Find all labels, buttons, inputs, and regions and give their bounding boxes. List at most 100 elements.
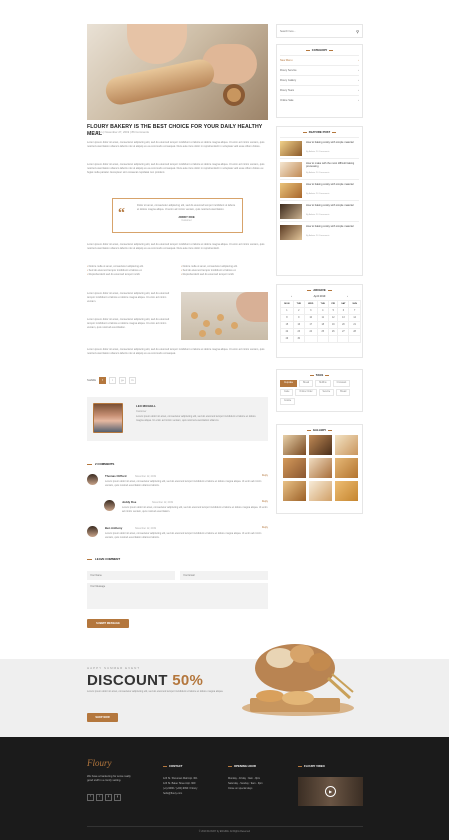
feature-post[interactable]: How to baking cooky with simple material…: [280, 179, 359, 200]
gallery-image[interactable]: [309, 481, 332, 501]
chevron-right-icon: ›: [358, 88, 359, 92]
avatar: [93, 403, 123, 433]
tag[interactable]: Online Order: [295, 388, 317, 396]
category-item[interactable]: New Menu ›: [280, 55, 359, 65]
blockquote: “ Dolor sit amet, consectetur adipiscing…: [112, 198, 243, 233]
search-icon[interactable]: ⚲: [356, 29, 359, 34]
tag[interactable]: Cookie: [280, 397, 296, 405]
promo-text: Lorem ipsum dolor sit amet, consectetur …: [87, 690, 224, 693]
tag[interactable]: Croissant: [332, 380, 351, 387]
comment: Ben Anthony November 12, 2019 Reply Lore…: [87, 526, 268, 548]
calendar-week: 29 30: [280, 335, 361, 344]
twitter-icon[interactable]: t: [108, 377, 116, 384]
author-name[interactable]: LEX MICHELL: [136, 404, 156, 409]
tag[interactable]: Cupcake: [280, 380, 298, 387]
post-thumbnail: [280, 141, 302, 156]
message-field[interactable]: [87, 583, 268, 609]
gallery-image[interactable]: [283, 481, 306, 501]
comments-heading: 2 COMMENTS: [87, 462, 114, 467]
post-thumbnail: [280, 204, 302, 219]
comment-author: Joddy Doe: [122, 500, 137, 504]
quote-icon: “: [118, 206, 125, 221]
chevron-right-icon[interactable]: ›: [347, 295, 348, 298]
footer-heading: OPENING HOUR: [228, 764, 263, 768]
name-field[interactable]: [87, 571, 175, 580]
tag[interactable]: Cake: [280, 388, 294, 396]
linkedin-icon[interactable]: in: [128, 377, 136, 384]
tag[interactable]: Muffins: [315, 380, 331, 387]
widget-title: FEATURE POST: [277, 127, 362, 137]
promo-banner: [0, 659, 449, 737]
tags-widget: TAGS Cupcake Bread Muffins Croissant Cak…: [276, 369, 363, 412]
comment-text: Lorem ipsum dolor sit amet, consectetur …: [122, 506, 268, 513]
footer-heading: CONTACT: [163, 764, 197, 768]
gallery-image[interactable]: [335, 435, 358, 455]
calendar-week: 22 23 24 25 26 27 28: [280, 328, 361, 337]
category-item[interactable]: Floury Team ›: [280, 85, 359, 95]
feature-post[interactable]: How to baking cooky with simple material…: [280, 137, 359, 158]
tag[interactable]: Service: [318, 388, 335, 396]
email-field[interactable]: [180, 571, 268, 580]
chevron-left-icon[interactable]: ‹: [291, 295, 292, 298]
gallery-widget: GALLERY: [276, 424, 363, 514]
gallery-image[interactable]: [335, 481, 358, 501]
gallery-image[interactable]: [309, 458, 332, 478]
search-input[interactable]: [280, 29, 357, 33]
avatar: [87, 474, 98, 485]
author-box: LEX MICHELL Customer Lorem ipsum dolor s…: [87, 397, 268, 441]
post-paragraph: Lorem ipsum dolor sit amet, consectetur …: [87, 318, 170, 329]
author-role: Customer: [136, 410, 147, 413]
category-item[interactable]: Floury Gallery ›: [280, 75, 359, 85]
widget-title: CATEGORY: [277, 45, 362, 55]
footer-heading: FLOURY VIDEO: [298, 764, 325, 768]
google-plus-icon[interactable]: g: [114, 794, 121, 801]
footer: [0, 737, 449, 840]
chevron-right-icon: ›: [358, 78, 359, 82]
gallery-image[interactable]: [309, 435, 332, 455]
facebook-icon[interactable]: f: [87, 794, 94, 801]
reply-button[interactable]: Reply: [262, 500, 268, 503]
category-item[interactable]: Floury Service ›: [280, 65, 359, 75]
post-paragraph: Lorem ipsum dolor sit amet, consectetur …: [87, 348, 265, 355]
comment-text: Lorem ipsum dolor sit amet, consectetur …: [105, 532, 262, 539]
facebook-icon[interactable]: f: [98, 377, 106, 384]
pinterest-icon[interactable]: p: [105, 794, 112, 801]
gallery-image[interactable]: [283, 458, 306, 478]
feature-post[interactable]: How to baking cooky with simple material…: [280, 200, 359, 221]
chevron-right-icon: ›: [358, 98, 359, 102]
footer-logo[interactable]: Floury: [87, 758, 112, 769]
footer-video-section: FLOURY VIDEO: [298, 764, 325, 768]
category-widget: CATEGORY New Menu › Floury Service › Flour…: [276, 44, 363, 118]
tag[interactable]: Bread: [336, 388, 351, 396]
widget-title: TAGS: [277, 370, 362, 380]
post-featured-image: [87, 24, 268, 120]
category-item[interactable]: Online Sale ›: [280, 95, 359, 105]
comment-author: Thomas Clifford: [105, 474, 127, 478]
calendar: MON TUE WED THU FRI SAT SUN 1234567 8 9 10 11 12 13…: [280, 300, 361, 344]
chevron-right-icon: ›: [358, 58, 359, 62]
post-thumbnail: [280, 162, 302, 177]
comment-date: November 12, 2019: [135, 475, 156, 479]
promo-headline: DISCOUNT 50%: [87, 672, 204, 689]
quote-role: Customer: [181, 219, 192, 223]
promo-kicker: HAPPY SUMMER EVENT: [87, 666, 141, 670]
quote-text: Dolor sit amet, consectetur adipiscing e…: [137, 204, 236, 211]
footer-social: f t p g: [87, 794, 121, 801]
video-thumbnail[interactable]: ▶: [298, 777, 363, 806]
play-icon[interactable]: ▶: [325, 786, 336, 797]
twitter-icon[interactable]: t: [96, 794, 103, 801]
reply-button[interactable]: Reply: [262, 474, 268, 477]
shop-now-button[interactable]: SHOP NOW: [87, 713, 118, 722]
reply-button[interactable]: Reply: [262, 526, 268, 529]
bread-basket-image: [242, 644, 354, 716]
chevron-right-icon: ›: [358, 68, 359, 72]
gallery-image[interactable]: [335, 458, 358, 478]
feature-post[interactable]: How to make with the most difficult baki…: [280, 158, 359, 179]
google-plus-icon[interactable]: g+: [118, 377, 126, 384]
submit-button[interactable]: SUBMIT MESSAGE: [87, 619, 129, 628]
widget-title: ARCHIVE: [277, 285, 362, 295]
gallery-image[interactable]: [283, 435, 306, 455]
feature-post[interactable]: How to baking cooky with simple material…: [280, 221, 359, 242]
tag[interactable]: Bread: [299, 380, 314, 387]
feature-post-widget: FEATURE POST How to baking cooky with si…: [276, 126, 363, 276]
